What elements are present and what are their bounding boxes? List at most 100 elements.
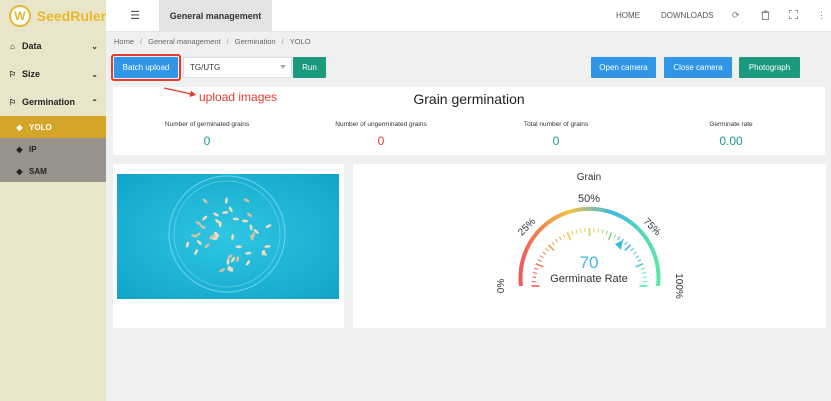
stat-germinate-rate: Germinate rate 0.00: [661, 121, 801, 148]
gauge-tick-mark: [532, 276, 537, 279]
menu-toggle-icon[interactable]: ☰: [128, 9, 142, 23]
sidebar-item-ip[interactable]: ◆ IP: [0, 138, 106, 160]
gauge-tick-0: 0%: [496, 279, 507, 294]
sidebar-item-label: SAM: [29, 166, 47, 176]
batch-upload-button[interactable]: Batch upload: [114, 57, 178, 78]
breadcrumb-home[interactable]: Home: [114, 37, 134, 46]
flag-icon: ⚐: [8, 69, 17, 79]
germinate-rate-gauge: Grain 50% 25% 75% 0% 100% 70 Germinate R…: [496, 172, 684, 299]
tag-icon: ◆: [16, 122, 23, 132]
gauge-tick-mark: [635, 255, 640, 259]
gauge-tick-mark: [607, 232, 613, 241]
gauge-tick-mark: [642, 276, 647, 279]
gauge-tick-mark: [605, 230, 608, 235]
gauge-title: Grain: [577, 172, 601, 183]
more-vertical-icon[interactable]: ⋮: [817, 10, 826, 21]
mode-select[interactable]: TG/UTG: [183, 57, 292, 78]
sidebar-item-label: YOLO: [29, 122, 52, 132]
stat-label: Germinate rate: [709, 121, 753, 128]
gauge-tick-mark: [641, 272, 647, 274]
germination-submenu: ◆ YOLO ◆ IP ◆ SAM: [0, 116, 106, 182]
seed: [235, 245, 242, 249]
fullscreen-icon[interactable]: [788, 9, 799, 21]
tab-general-management[interactable]: General management: [159, 0, 272, 32]
gauge-tick-mark: [632, 251, 637, 255]
sidebar-item-germination[interactable]: ⚐ Germination ⌃: [0, 88, 106, 116]
app-logo[interactable]: W SeedRuler: [0, 0, 106, 32]
gauge-tick-mark: [575, 229, 578, 234]
gauge-tick-mark: [637, 259, 642, 262]
stat-label: Total number of grains: [523, 121, 589, 128]
gauge-panel: Grain 50% 25% 75% 0% 100% 70 Germinate R…: [353, 164, 826, 328]
chevron-down-icon: ⌄: [91, 41, 98, 51]
gauge-tick-mark: [597, 228, 600, 233]
gauge-tick-mark: [532, 272, 538, 274]
breadcrumb-general-management[interactable]: General management: [148, 37, 221, 46]
gauge-tick-mark: [601, 229, 604, 234]
gauge-tick-100: 100%: [673, 273, 684, 299]
gauge-tick-mark: [624, 244, 632, 252]
top-bar: ☰ General management HOME DOWNLOADS ⟳ ⋮: [106, 0, 831, 32]
chevron-down-icon: ⌄: [91, 69, 98, 79]
gauge-tick-mark: [542, 251, 547, 255]
gauge-tick-mark: [630, 247, 634, 252]
gauge-tick-mark: [566, 232, 572, 241]
gauge-tick-mark: [551, 241, 555, 246]
stat-label: Number of ungerminated grains: [335, 121, 427, 128]
logo-letter: W: [14, 9, 26, 23]
gauge-tick-mark: [562, 234, 566, 239]
flag-icon: ⚐: [8, 97, 17, 107]
stat-label: Number of germinated grains: [164, 121, 250, 128]
stat-value: 0.00: [719, 134, 743, 148]
gauge-tick-mark: [571, 230, 574, 235]
petri-dish-image: [117, 174, 339, 299]
sidebar-item-sam[interactable]: ◆ SAM: [0, 160, 106, 182]
downloads-link[interactable]: DOWNLOADS: [661, 11, 713, 20]
trash-icon[interactable]: [761, 10, 770, 22]
app-name: SeedRuler: [36, 8, 106, 24]
breadcrumb-yolo: YOLO: [289, 37, 311, 46]
gauge-pointer-icon: [615, 240, 623, 250]
run-button[interactable]: Run: [293, 57, 326, 78]
sidebar-item-label: Size: [22, 69, 41, 79]
gauge-tick-mark: [545, 247, 549, 252]
chevron-up-icon: ⌃: [91, 97, 98, 107]
stat-value: 0: [552, 134, 560, 148]
refresh-icon[interactable]: ⟳: [732, 10, 740, 21]
stat-value: 0: [203, 134, 211, 148]
gauge-tick-mark: [539, 255, 544, 259]
home-icon: ⌂: [10, 41, 15, 51]
sidebar-item-label: Germination: [22, 97, 76, 107]
stat-germinated: Number of germinated grains 0: [137, 121, 277, 148]
sidebar-item-size[interactable]: ⚐ Size ⌄: [0, 60, 106, 88]
annotation-arrow-icon: [163, 87, 196, 97]
breadcrumb-germination[interactable]: Germination: [235, 37, 276, 46]
breadcrumb: Home / General management / Germination / YOLO: [114, 37, 311, 46]
home-link[interactable]: HOME: [616, 11, 640, 20]
gauge-tick-mark: [535, 263, 544, 268]
gauge-value: 70: [580, 253, 599, 272]
wheat-logo-icon: W: [9, 5, 31, 27]
chevron-down-icon: [280, 65, 286, 69]
close-camera-button[interactable]: Close camera: [664, 57, 732, 78]
sidebar-item-label: IP: [29, 144, 37, 154]
sidebar-item-label: Data: [22, 41, 42, 51]
sidebar: W SeedRuler ⌂ Data ⌄ ⚐ Size ⌄ ⚐ Germination…: [0, 0, 106, 401]
gauge-tick-mark: [640, 267, 645, 270]
gauge-tick-mark: [537, 259, 542, 262]
sidebar-item-yolo[interactable]: ◆ YOLO: [0, 116, 106, 138]
gauge-tick-mark: [534, 267, 539, 270]
gauge-tick-mark: [635, 263, 644, 268]
tag-icon: ◆: [16, 144, 23, 154]
sidebar-item-data[interactable]: ⌂ Data ⌄: [0, 32, 106, 60]
tag-icon: ◆: [16, 166, 23, 176]
stat-ungerminated: Number of ungerminated grains 0: [311, 121, 451, 148]
gauge-tick-mark: [558, 236, 562, 241]
gauge-tick-50: 50%: [578, 193, 600, 205]
photograph-button[interactable]: Photograph: [739, 57, 800, 78]
gauge-tick-mark: [613, 234, 617, 239]
open-camera-button[interactable]: Open camera: [591, 57, 656, 78]
gauge-tick-mark: [547, 244, 555, 252]
gauge-tick-mark: [617, 236, 621, 241]
mode-select-value: TG/UTG: [190, 63, 221, 72]
